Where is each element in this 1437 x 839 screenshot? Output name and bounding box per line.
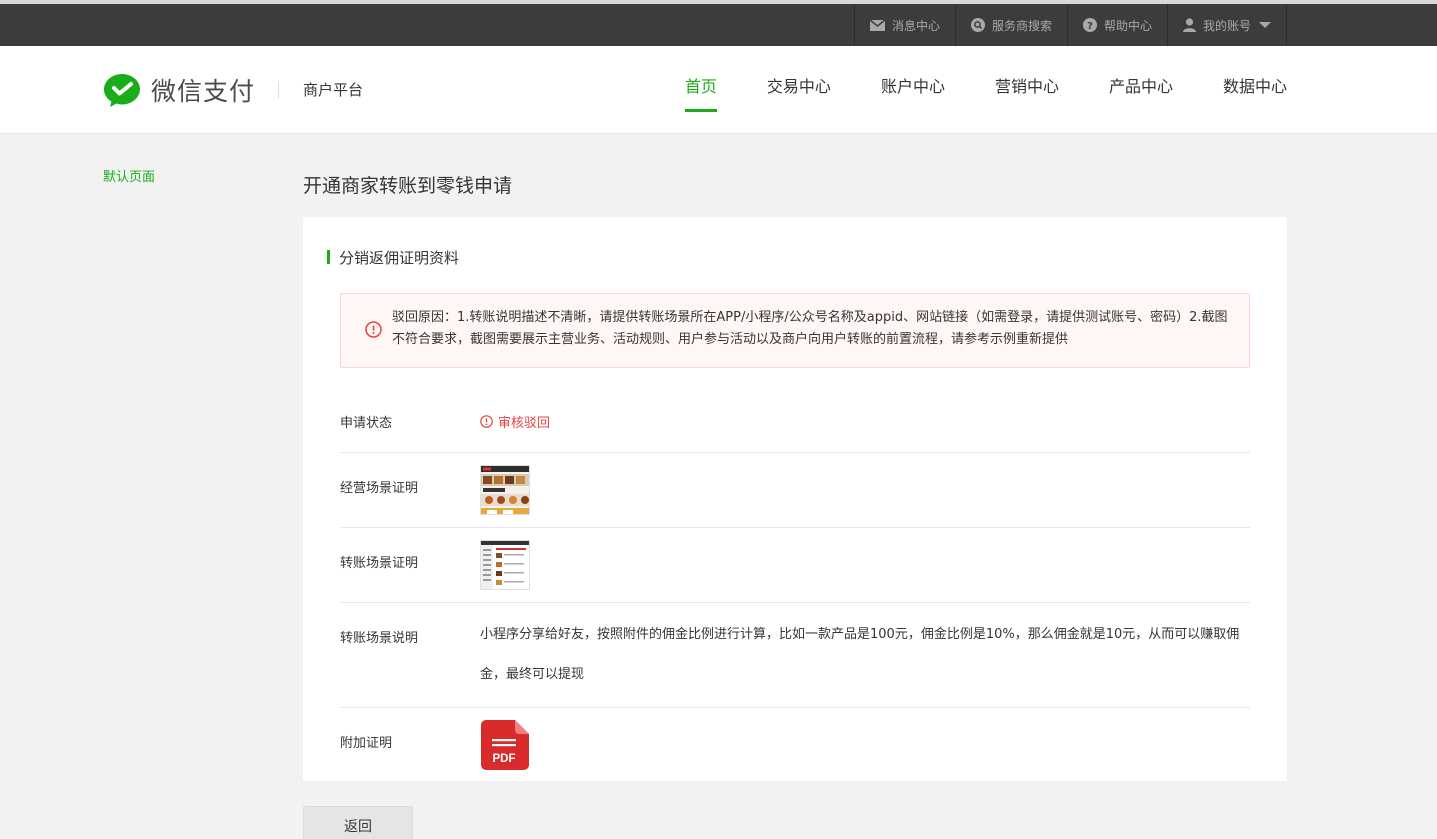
extra-proof-label: 附加证明 — [340, 736, 393, 751]
nav-trade-center[interactable]: 交易中心 — [767, 46, 831, 134]
transfer-description-value: 小程序分享给好友，按照附件的佣金比例进行计算，比如一款产品是100元，佣金比例是… — [480, 627, 1240, 682]
status-label: 申请状态 — [340, 416, 393, 431]
scene-proof-label: 经营场景证明 — [340, 481, 419, 496]
error-icon — [365, 321, 382, 338]
status-value: 审核驳回 — [498, 416, 551, 431]
transfer-description-row: 转账场景说明 小程序分享给好友，按照附件的佣金比例进行计算，比如一款产品是100… — [340, 603, 1250, 708]
main-nav: 首页 交易中心 账户中心 营销中心 产品中心 数据中心 — [635, 46, 1287, 134]
search-icon — [970, 18, 985, 32]
back-button[interactable]: 返回 — [303, 806, 413, 839]
transfer-proof-thumbnail[interactable] — [480, 540, 530, 590]
pdf-label: PDF — [493, 753, 516, 765]
brand-name: 微信支付 — [151, 77, 256, 106]
provider-search-label: 服务商搜索 — [991, 18, 1052, 33]
sidebar-item-default-page[interactable]: 默认页面 — [103, 166, 155, 185]
error-icon — [480, 415, 493, 428]
wechat-pay-logo-icon — [104, 73, 140, 107]
message-center-label: 消息中心 — [891, 18, 940, 33]
scene-proof-row: 经营场景证明 — [340, 453, 1250, 528]
rejection-reason-text: 驳回原因：1.转账说明描述不清晰，请提供转账场景所在APP/小程序/公众号名称及… — [392, 310, 1228, 347]
chevron-down-icon — [1259, 22, 1271, 28]
status-row: 申请状态 审核驳回 — [340, 385, 1250, 453]
nav-marketing-center[interactable]: 营销中心 — [995, 46, 1059, 134]
application-card: 分销返佣证明资料 驳回原因：1.转账说明描述不清晰，请提供转账场景所在APP/小… — [303, 217, 1287, 781]
rejection-alert: 驳回原因：1.转账说明描述不清晰，请提供转账场景所在APP/小程序/公众号名称及… — [340, 293, 1250, 368]
message-center-link[interactable]: 消息中心 — [853, 4, 955, 46]
my-account-label: 我的账号 — [1202, 18, 1251, 33]
scene-proof-image — [481, 466, 529, 514]
pdf-attachment[interactable]: PDF — [480, 720, 530, 774]
transfer-proof-label: 转账场景证明 — [340, 556, 419, 571]
platform-name: 商户平台 — [303, 81, 364, 99]
user-icon — [1182, 18, 1196, 32]
wechat-pay-logo[interactable]: 微信支付 — [103, 72, 255, 108]
help-icon: ? — [1082, 18, 1097, 32]
top-bar: 消息中心 服务商搜索 ? 帮助中心 我的账号 — [0, 0, 1437, 46]
transfer-description-label: 转账场景说明 — [340, 631, 419, 646]
my-account-menu[interactable]: 我的账号 — [1166, 4, 1287, 46]
page-title: 开通商家转账到零钱申请 — [303, 175, 513, 197]
status-badge: 审核驳回 — [480, 412, 550, 431]
mail-icon — [869, 19, 885, 31]
header: 微信支付 商户平台 首页 交易中心 账户中心 营销中心 产品中心 数据中心 — [0, 46, 1437, 134]
nav-product-center[interactable]: 产品中心 — [1109, 46, 1173, 134]
svg-text:?: ? — [1087, 21, 1093, 32]
extra-proof-row: 附加证明 PDF — [340, 708, 1250, 781]
provider-search-link[interactable]: 服务商搜索 — [954, 4, 1067, 46]
top-bar-menu: 消息中心 服务商搜索 ? 帮助中心 我的账号 — [853, 4, 1287, 46]
help-center-link[interactable]: ? 帮助中心 — [1066, 4, 1167, 46]
nav-home[interactable]: 首页 — [684, 46, 717, 134]
help-center-label: 帮助中心 — [1103, 18, 1152, 33]
pdf-file-icon: PDF — [481, 720, 529, 770]
transfer-proof-row: 转账场景证明 — [340, 528, 1250, 603]
transfer-proof-image — [481, 541, 529, 589]
nav-account-center[interactable]: 账户中心 — [881, 46, 945, 134]
section-title: 分销返佣证明资料 — [327, 247, 459, 268]
nav-data-center[interactable]: 数据中心 — [1223, 46, 1287, 134]
logo-divider — [278, 81, 279, 99]
scene-proof-thumbnail[interactable] — [480, 465, 530, 515]
